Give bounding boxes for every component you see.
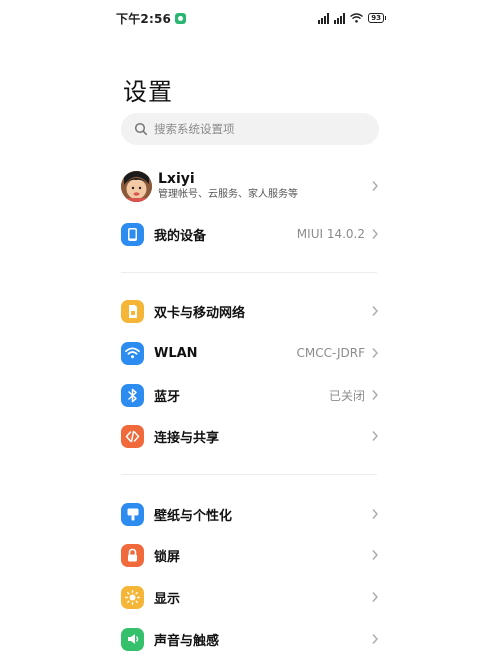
chevron-right-icon: [372, 634, 378, 644]
wallpaper-label: 壁纸与个性化: [154, 508, 233, 524]
battery-icon: 93: [368, 13, 386, 23]
wlan-label: WLAN: [154, 345, 198, 361]
search-input[interactable]: [154, 122, 354, 136]
chevron-right-icon: [372, 306, 378, 316]
wifi-icon: [121, 341, 144, 365]
lock-icon: [121, 543, 144, 567]
status-time: 下午2:56: [116, 11, 172, 26]
wlan-value: CMCC-JDRF: [296, 346, 365, 360]
lock-screen-label: 锁屏: [154, 549, 181, 565]
account-subtitle: 管理帐号、云服务、家人服务等: [158, 189, 298, 200]
my-device-row[interactable]: 我的设备 MIUI 14.0.2: [121, 222, 379, 246]
wlan-row[interactable]: WLAN CMCC-JDRF: [121, 341, 379, 365]
speaker-icon: [121, 627, 144, 651]
chevron-right-icon: [372, 592, 378, 602]
connection-share-label: 连接与共享: [154, 430, 220, 446]
lock-screen-row[interactable]: 锁屏: [121, 543, 379, 567]
chevron-right-icon: [372, 229, 378, 239]
signal-1-icon: [318, 12, 330, 24]
sim-network-label: 双卡与移动网络: [154, 305, 246, 321]
bluetooth-value: 已关闭: [328, 388, 365, 403]
bluetooth-row[interactable]: 蓝牙 已关闭: [121, 383, 379, 407]
page-title: 设置: [123, 78, 173, 106]
connection-share-row[interactable]: 连接与共享: [121, 424, 379, 448]
bluetooth-label: 蓝牙: [154, 389, 181, 405]
phone-icon: [121, 222, 144, 246]
notification-icon: [175, 12, 187, 24]
section-divider: [121, 474, 377, 475]
account-row[interactable]: Lxiyi 管理帐号、云服务、家人服务等: [121, 170, 379, 202]
search-bar[interactable]: [121, 113, 379, 145]
sim-card-icon: [121, 299, 144, 323]
sun-icon: [121, 585, 144, 609]
signal-2-icon: [334, 12, 346, 24]
search-icon: [134, 122, 148, 136]
sim-network-row[interactable]: 双卡与移动网络: [121, 299, 379, 323]
chevron-right-icon: [372, 390, 378, 400]
account-text: Lxiyi 管理帐号、云服务、家人服务等: [158, 170, 298, 202]
wallpaper-icon: [121, 502, 144, 526]
sound-row[interactable]: 声音与触感: [121, 627, 379, 651]
status-bar: 下午2:56 93: [116, 10, 386, 26]
account-name: Lxiyi: [158, 171, 195, 187]
my-device-value: MIUI 14.0.2: [296, 227, 365, 241]
wallpaper-row[interactable]: 壁纸与个性化: [121, 502, 379, 526]
avatar: [121, 170, 152, 202]
settings-page: 下午2:56 93 设置 搜索系统设置项 Lxiyi 管理帐号、云服务、家人服务…: [0, 0, 500, 652]
my-device-label: 我的设备: [154, 228, 207, 244]
chevron-right-icon: [372, 348, 378, 358]
display-row[interactable]: 显示: [121, 585, 379, 609]
wifi-status-icon: [350, 13, 364, 23]
chevron-right-icon: [372, 181, 378, 191]
chevron-right-icon: [372, 431, 378, 441]
status-icons: 93: [318, 12, 386, 24]
chevron-right-icon: [372, 509, 378, 519]
display-label: 显示: [154, 591, 181, 607]
bluetooth-icon: [121, 383, 144, 407]
section-divider: [121, 272, 377, 273]
chevron-right-icon: [372, 550, 378, 560]
sound-label: 声音与触感: [154, 633, 220, 649]
connection-share-icon: [121, 424, 144, 448]
